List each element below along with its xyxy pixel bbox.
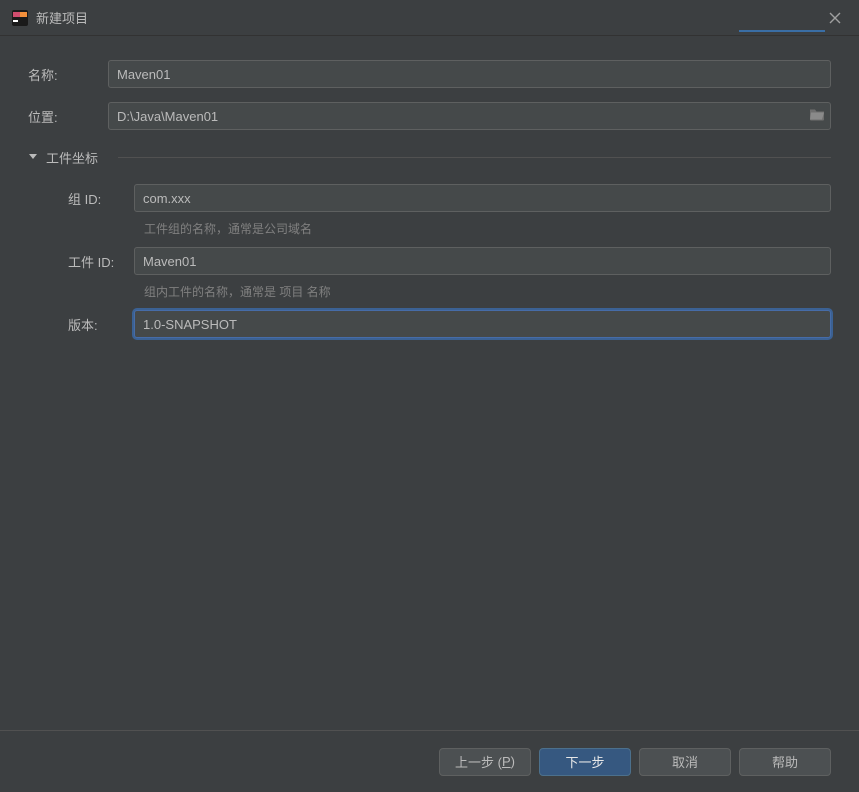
cancel-button[interactable]: 取消 bbox=[639, 748, 731, 776]
location-input[interactable] bbox=[108, 102, 831, 130]
prev-suffix: ) bbox=[511, 754, 515, 769]
artifact-id-label: 工件 ID: bbox=[46, 252, 122, 271]
location-row: 位置: bbox=[28, 102, 831, 130]
group-id-label: 组 ID: bbox=[46, 189, 122, 208]
version-row: 版本: bbox=[46, 310, 831, 338]
section-separator bbox=[118, 157, 831, 158]
previous-button[interactable]: 上一步 (P) bbox=[439, 748, 531, 776]
name-row: 名称: bbox=[28, 60, 831, 88]
prev-prefix: 上一步 ( bbox=[455, 752, 502, 771]
artifact-id-input[interactable] bbox=[134, 247, 831, 275]
ide-app-icon bbox=[12, 10, 28, 26]
section-title: 工件坐标 bbox=[46, 148, 98, 167]
titlebar: 新建项目 bbox=[0, 0, 859, 36]
name-label: 名称: bbox=[28, 65, 96, 84]
window-title: 新建项目 bbox=[36, 8, 88, 27]
content-area: 名称: 位置: 工件坐标 组 ID: 工件组的名称，通常是公司域名 bbox=[0, 36, 859, 730]
group-id-hint: 工件组的名称，通常是公司域名 bbox=[46, 220, 831, 237]
group-id-input[interactable] bbox=[134, 184, 831, 212]
chevron-down-icon bbox=[28, 152, 38, 162]
artifact-id-row: 工件 ID: bbox=[46, 247, 831, 275]
name-input[interactable] bbox=[108, 60, 831, 88]
group-id-row: 组 ID: bbox=[46, 184, 831, 212]
artifact-id-hint: 组内工件的名称，通常是 项目 名称 bbox=[46, 283, 831, 300]
prev-mnemonic: P bbox=[502, 754, 511, 769]
version-label: 版本: bbox=[46, 315, 122, 334]
artifact-coordinates-body: 组 ID: 工件组的名称，通常是公司域名 工件 ID: 组内工件的名称，通常是 … bbox=[28, 184, 831, 338]
version-input[interactable] bbox=[134, 310, 831, 338]
tab-underline bbox=[739, 30, 825, 32]
help-button[interactable]: 帮助 bbox=[739, 748, 831, 776]
location-label: 位置: bbox=[28, 107, 96, 126]
artifact-coordinates-toggle[interactable]: 工件坐标 bbox=[28, 144, 831, 170]
close-icon[interactable] bbox=[821, 4, 849, 32]
footer-buttons: 上一步 (P) 下一步 取消 帮助 bbox=[0, 730, 859, 792]
next-button[interactable]: 下一步 bbox=[539, 748, 631, 776]
